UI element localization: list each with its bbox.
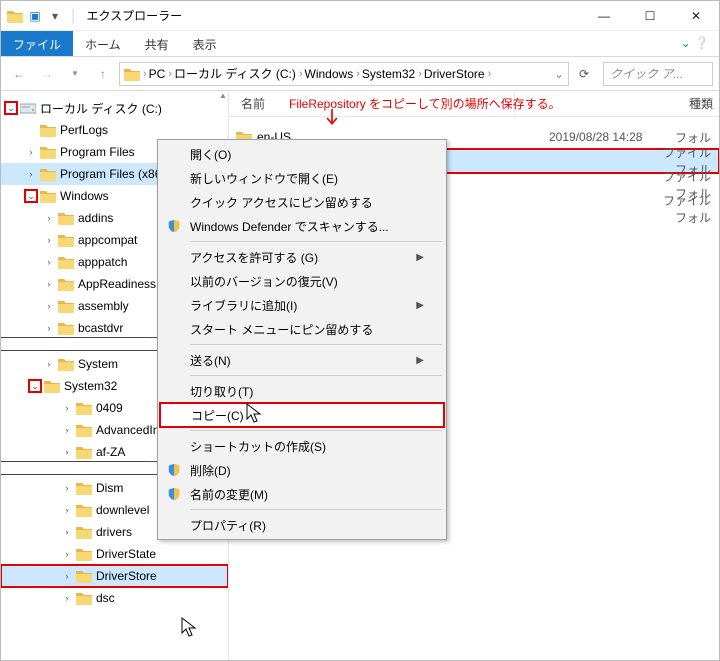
titlebar: ▣ ▾ │ エクスプローラー — ☐ ✕ (1, 1, 719, 31)
menu-separator (190, 241, 442, 242)
breadcrumb: Windows› (305, 67, 360, 81)
menu-create-shortcut[interactable]: ショートカットの作成(S) (160, 434, 444, 458)
close-button[interactable]: ✕ (673, 1, 719, 31)
expander-icon[interactable]: › (25, 146, 37, 158)
tree-item[interactable]: ›DriverState (1, 543, 228, 565)
menu-separator (190, 430, 442, 431)
menu-add-library[interactable]: ライブラリに追加(I)▶ (160, 293, 444, 317)
file-type: ファイル フォル (651, 192, 711, 226)
breadcrumb: System32› (362, 67, 422, 81)
expander-icon[interactable]: › (43, 300, 55, 312)
expander-icon[interactable]: › (61, 526, 73, 538)
tree-item[interactable]: PerfLogs (1, 119, 228, 141)
tree-item[interactable]: ›dsc (1, 587, 228, 609)
search-input[interactable]: クイック ア... (603, 62, 713, 86)
expander-icon[interactable]: › (43, 256, 55, 268)
expander-icon[interactable]: › (61, 504, 73, 516)
qat-dropdown-icon[interactable]: ▾ (47, 8, 63, 24)
refresh-icon[interactable]: ⟳ (573, 63, 595, 85)
menu-separator (190, 509, 442, 510)
address-bar-row: ← → ▾ ↑ › PC› ローカル ディスク (C:)› Windows› S… (1, 57, 719, 91)
menu-rename[interactable]: 名前の変更(M) (160, 482, 444, 506)
menu-properties[interactable]: プロパティ(R) (160, 513, 444, 537)
menu-separator (190, 375, 442, 376)
folder-icon (7, 8, 23, 24)
expander-icon[interactable]: › (43, 278, 55, 290)
tab-file[interactable]: ファイル (1, 31, 73, 56)
expander-icon[interactable]: › (61, 446, 73, 458)
file-date: 2019/08/28 14:28 (549, 130, 642, 144)
ribbon-expand-icon[interactable]: ⌄ ❔ (671, 31, 719, 56)
expander-icon[interactable]: › (61, 482, 73, 494)
menu-pin-start[interactable]: スタート メニューにピン留めする (160, 317, 444, 341)
tree-item-drive[interactable]: ⌄ ローカル ディスク (C:) (1, 97, 228, 119)
address-bar[interactable]: › PC› ローカル ディスク (C:)› Windows› System32›… (119, 62, 569, 86)
nav-up-icon[interactable]: ↑ (91, 62, 115, 86)
nav-recent-icon[interactable]: ▾ (63, 62, 87, 86)
menu-grant-access[interactable]: アクセスを許可する (G)▶ (160, 245, 444, 269)
file-type: フォル (657, 129, 711, 146)
expander-icon[interactable]: ⌄ (25, 190, 37, 202)
menu-open-new-window[interactable]: 新しいウィンドウで開く(E) (160, 166, 444, 190)
nav-forward-icon[interactable]: → (35, 62, 59, 86)
expander-icon[interactable]: ⌄ (5, 102, 17, 114)
expander-icon[interactable]: › (43, 358, 55, 370)
menu-open[interactable]: 開く(O) (160, 142, 444, 166)
column-name[interactable]: 名前 (235, 91, 515, 116)
shield-icon (166, 486, 182, 502)
window-title: エクスプローラー (87, 7, 183, 24)
menu-separator (190, 344, 442, 345)
expander-icon[interactable]: › (43, 212, 55, 224)
expander-icon[interactable]: ⌄ (29, 380, 41, 392)
breadcrumb: PC› (149, 67, 172, 81)
properties-icon[interactable]: ▣ (27, 8, 43, 24)
context-menu: 開く(O) 新しいウィンドウで開く(E) クイック アクセスにピン留めする Wi… (157, 139, 447, 540)
cursor-icon (181, 617, 197, 639)
tree-item-driverstore[interactable]: ›DriverStore (1, 565, 228, 587)
expander-icon[interactable]: › (61, 424, 73, 436)
column-type[interactable]: 種類 (689, 95, 713, 112)
menu-send-to[interactable]: 送る(N)▶ (160, 348, 444, 372)
expander-icon[interactable]: › (43, 234, 55, 246)
list-header[interactable]: 名前 種類 (229, 91, 719, 117)
ribbon: ファイル ホーム 共有 表示 ⌄ ❔ (1, 31, 719, 57)
menu-cut[interactable]: 切り取り(T) (160, 379, 444, 403)
expander-icon[interactable]: › (25, 168, 37, 180)
shield-icon (166, 462, 182, 478)
tab-view[interactable]: 表示 (181, 31, 229, 56)
shield-icon (166, 218, 182, 234)
nav-back-icon[interactable]: ← (7, 62, 31, 86)
breadcrumb: ローカル ディスク (C:)› (174, 65, 303, 82)
expander-icon[interactable]: › (61, 548, 73, 560)
breadcrumb: › (124, 66, 147, 82)
menu-defender-scan[interactable]: Windows Defender でスキャンする... (160, 214, 444, 238)
breadcrumb: DriverStore› (424, 67, 491, 81)
expander-icon[interactable]: › (43, 322, 55, 334)
menu-copy[interactable]: コピー(C) (160, 403, 444, 427)
address-dropdown-icon[interactable]: ⌄ (554, 67, 564, 81)
minimize-button[interactable]: — (581, 1, 627, 31)
maximize-button[interactable]: ☐ (627, 1, 673, 31)
tab-share[interactable]: 共有 (133, 31, 181, 56)
expander-icon[interactable]: › (61, 402, 73, 414)
menu-restore-previous[interactable]: 以前のバージョンの復元(V) (160, 269, 444, 293)
expander-icon[interactable]: › (61, 592, 73, 604)
menu-delete[interactable]: 削除(D) (160, 458, 444, 482)
expander-icon[interactable]: › (61, 570, 73, 582)
tab-home[interactable]: ホーム (73, 31, 133, 56)
menu-pin-quick-access[interactable]: クイック アクセスにピン留めする (160, 190, 444, 214)
